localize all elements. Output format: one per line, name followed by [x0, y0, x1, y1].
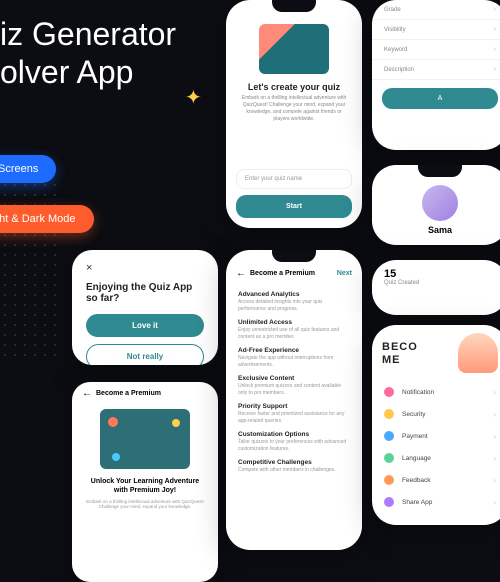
- form-row-visibility[interactable]: Visibility›: [372, 20, 500, 40]
- premium-title: Become a Premium: [96, 390, 161, 397]
- phone-premium-promo: ← Become a Premium Unlock Your Learning …: [72, 382, 218, 582]
- phone-feedback-modal: × Enjoying the Quiz App so far? Love it …: [72, 250, 218, 365]
- chevron-right-icon: ›: [493, 388, 496, 397]
- notification-icon: [384, 387, 394, 397]
- chevron-right-icon: ›: [494, 6, 496, 13]
- form-action-button[interactable]: A: [382, 88, 498, 109]
- language-icon: [384, 453, 394, 463]
- phone-create-quiz: Let's create your quiz Embark on a thril…: [226, 0, 362, 228]
- security-icon: [384, 409, 394, 419]
- premium-header: ← Become a Premium: [72, 382, 218, 401]
- become-banner[interactable]: B E C O M E: [372, 325, 500, 381]
- heart-icon: [108, 417, 118, 427]
- form-row-description[interactable]: Description›: [372, 60, 500, 80]
- phone-stat-card: 15 Quiz Created: [372, 260, 500, 315]
- back-arrow-icon[interactable]: ←: [82, 388, 92, 399]
- avatar[interactable]: [422, 185, 458, 221]
- close-icon[interactable]: ×: [72, 250, 218, 278]
- chevron-right-icon: ›: [493, 454, 496, 463]
- settings-label: Security: [402, 411, 425, 418]
- feature-item: Advanced AnalyticsAccess detailed insigh…: [226, 287, 362, 315]
- payment-icon: [384, 431, 394, 441]
- stat-number: 15: [372, 260, 500, 280]
- share app-icon: [384, 497, 394, 507]
- stat-label: Quiz Created: [372, 280, 500, 286]
- sparkle-icon: ✦: [185, 85, 202, 110]
- notch: [418, 165, 462, 177]
- back-arrow-icon[interactable]: ←: [236, 268, 246, 279]
- chat-icon: [112, 453, 120, 461]
- person-illustration: [458, 333, 498, 373]
- next-button[interactable]: Next: [337, 270, 352, 277]
- not-really-button[interactable]: Not really: [86, 344, 204, 365]
- title-line-2: olver App: [0, 53, 176, 91]
- form-row-keyword[interactable]: Keyword›: [372, 40, 500, 60]
- settings-label: Notification: [402, 389, 434, 396]
- settings-label: Payment: [402, 433, 428, 440]
- settings-row-language[interactable]: Language ›: [372, 447, 500, 469]
- create-quiz-heading: Let's create your quiz: [226, 82, 362, 92]
- create-quiz-subtitle: Embark on a thrilling intellectual adven…: [226, 92, 362, 123]
- phone-profile: Sama: [372, 165, 500, 245]
- premium-illustration: [100, 409, 190, 469]
- phone-form: Grade› Visibility› Keyword› Description›…: [372, 0, 500, 150]
- premium-heading: Unlock Your Learning Adventure with Prem…: [72, 477, 218, 495]
- settings-row-payment[interactable]: Payment ›: [372, 425, 500, 447]
- chevron-right-icon: ›: [493, 410, 496, 419]
- notch: [272, 250, 316, 262]
- screens-pill: Screens: [0, 155, 56, 183]
- phone-premium-features: ← Become a Premium Next Advanced Analyti…: [226, 250, 362, 550]
- premium-subtitle: Embark on a thrilling intellectual adven…: [72, 495, 218, 513]
- chevron-right-icon: ›: [494, 66, 496, 73]
- feature-item: Competitive ChallengesCompete with other…: [226, 455, 362, 476]
- feedback-question: Enjoying the Quiz App so far?: [72, 278, 218, 314]
- settings-row-share-app[interactable]: Share App›: [372, 491, 500, 513]
- love-it-button[interactable]: Love it: [86, 314, 204, 337]
- title-line-1: iz Generator: [0, 15, 176, 53]
- hero-title: iz Generator olver App: [0, 15, 176, 92]
- chevron-right-icon: ›: [494, 46, 496, 53]
- quiz-illustration: [259, 24, 329, 74]
- chevron-right-icon: ›: [493, 498, 496, 507]
- form-row-grade[interactable]: Grade›: [372, 0, 500, 20]
- feature-item: Ad-Free ExperienceNavigate the app witho…: [226, 343, 362, 371]
- feedback-icon: [384, 475, 394, 485]
- chevron-right-icon: ›: [493, 476, 496, 485]
- start-button[interactable]: Start: [236, 195, 352, 218]
- quiz-name-input[interactable]: Enter your quiz name: [236, 169, 352, 189]
- feature-item: Exclusive ContentUnlock premium quizzes …: [226, 371, 362, 399]
- settings-label: Language: [402, 455, 431, 462]
- star-dot-icon: [172, 419, 180, 427]
- chevron-right-icon: ›: [493, 432, 496, 441]
- mode-pill: ght & Dark Mode: [0, 205, 94, 233]
- settings-row-notification[interactable]: Notification ›: [372, 381, 500, 403]
- settings-row-security[interactable]: Security ›: [372, 403, 500, 425]
- chevron-right-icon: ›: [494, 26, 496, 33]
- features-header: ← Become a Premium Next: [226, 262, 362, 287]
- notch: [272, 0, 316, 12]
- features-title: Become a Premium: [250, 270, 315, 277]
- feature-item: Unlimited AccessEnjoy unrestricted use o…: [226, 315, 362, 343]
- feature-item: Priority SupportReceive faster and prior…: [226, 399, 362, 427]
- settings-label: Feedback: [402, 477, 431, 484]
- profile-name: Sama: [372, 225, 500, 235]
- phone-settings: B E C O M E Notification›Security›Paymen…: [372, 325, 500, 525]
- settings-row-feedback[interactable]: Feedback ›: [372, 469, 500, 491]
- feature-item: Customization OptionsTailor quizzes to y…: [226, 427, 362, 455]
